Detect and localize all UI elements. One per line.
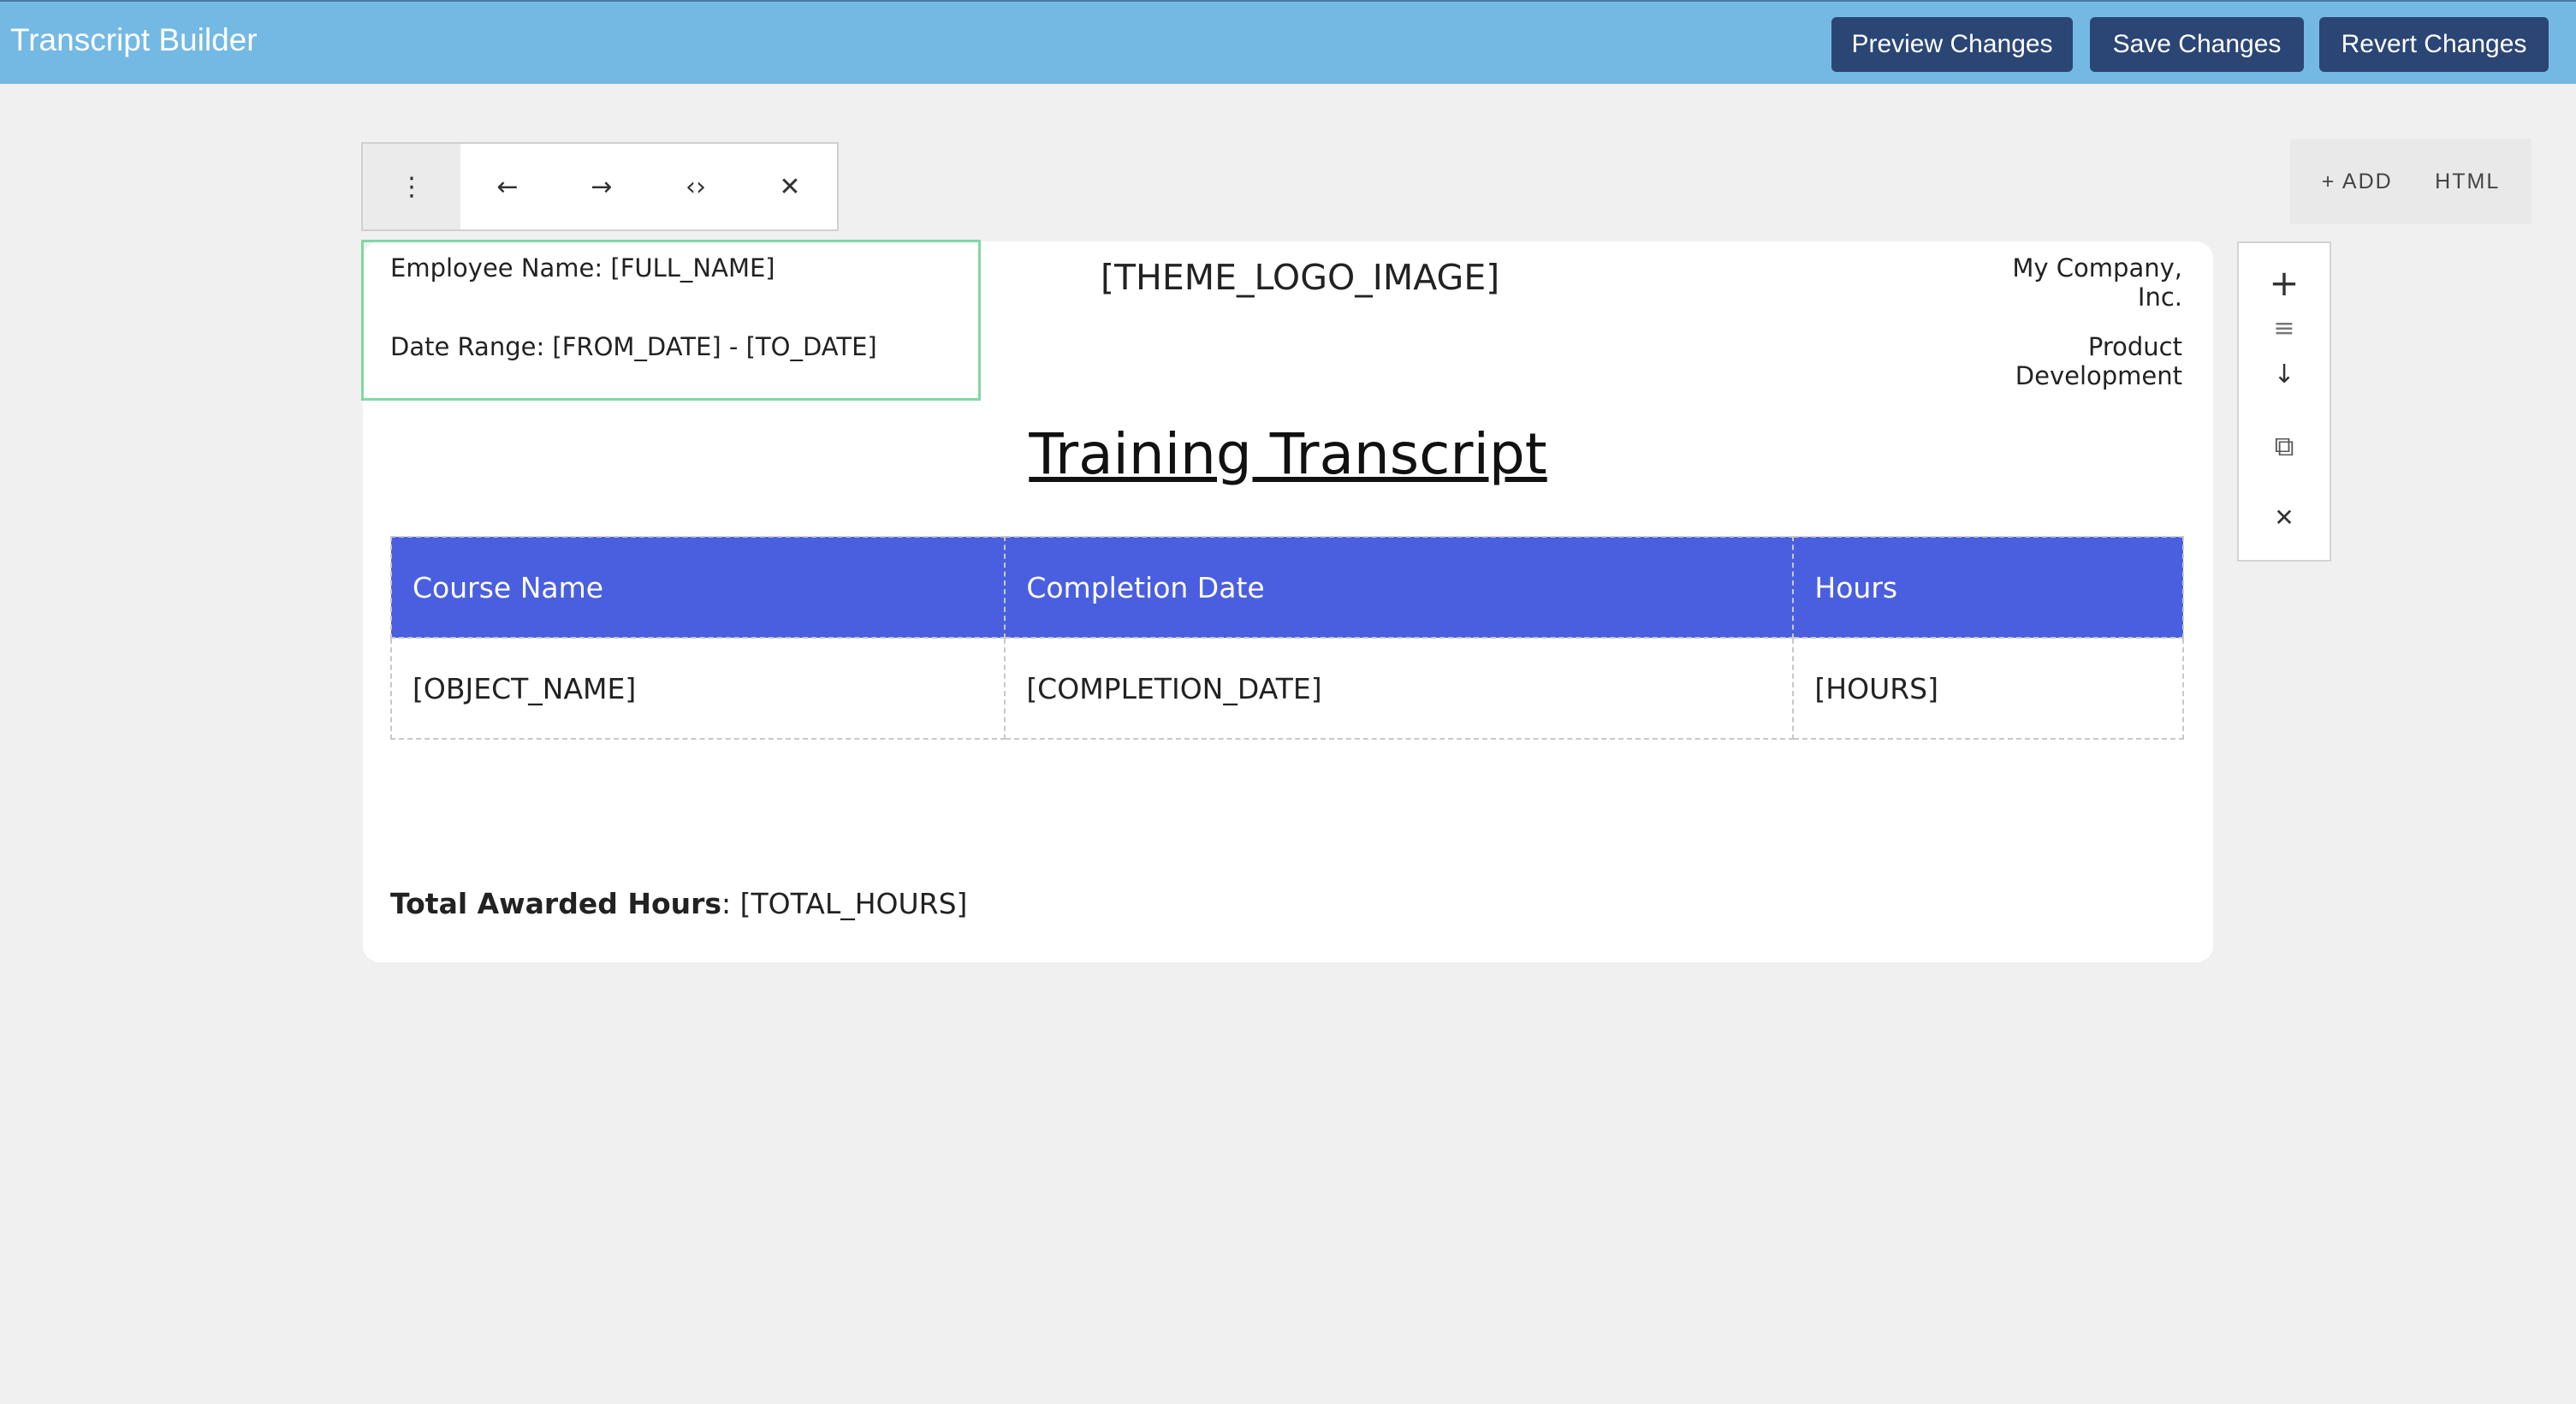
- preview-changes-button[interactable]: Preview Changes: [1831, 17, 2073, 72]
- table-cell[interactable]: [OBJECT_NAME]: [389, 637, 1006, 740]
- html-button[interactable]: HTML: [2435, 170, 2500, 194]
- block-side-toolbar: + ≡ ↓ ⧉ ✕: [2237, 241, 2331, 562]
- add-button[interactable]: + ADD: [2322, 170, 2393, 194]
- table-header-row: Course Name Completion Date Hours: [389, 536, 2184, 639]
- total-hours-value: : [TOTAL_HOURS]: [721, 887, 968, 920]
- revert-changes-button[interactable]: Revert Changes: [2319, 17, 2549, 72]
- close-icon[interactable]: ✕: [743, 144, 837, 229]
- arrow-right-icon[interactable]: →: [555, 144, 649, 229]
- header-course-name[interactable]: Course Name: [389, 536, 1006, 639]
- table-cell[interactable]: [HOURS]: [1792, 637, 2184, 740]
- company-name[interactable]: My Company, Inc.: [1980, 253, 2182, 312]
- table-row: [OBJECT_NAME] [COMPLETION_DATE] [HOURS]: [389, 637, 2184, 740]
- save-changes-button[interactable]: Save Changes: [2090, 17, 2304, 72]
- block-toolbar: ⋮ ← → ‹› ✕: [361, 142, 839, 231]
- plus-icon[interactable]: +: [2239, 262, 2330, 304]
- close-icon[interactable]: ✕: [2239, 503, 2330, 532]
- table-cell[interactable]: [COMPLETION_DATE]: [1004, 637, 1795, 740]
- more-vertical-icon[interactable]: ⋮: [363, 144, 460, 229]
- duplicate-icon[interactable]: ⧉: [2239, 430, 2330, 463]
- total-hours-label: Total Awarded Hours: [390, 887, 722, 920]
- transcript-table[interactable]: Course Name Completion Date Hours [OBJEC…: [389, 536, 2184, 740]
- document-title[interactable]: Training Transcript: [941, 421, 1635, 487]
- code-icon[interactable]: ‹›: [649, 144, 743, 229]
- arrow-down-icon[interactable]: ↓: [2239, 360, 2330, 390]
- header-completion-date[interactable]: Completion Date: [1004, 536, 1795, 639]
- arrow-left-icon[interactable]: ←: [460, 144, 555, 229]
- total-hours-line[interactable]: Total Awarded Hours: [TOTAL_HOURS]: [390, 887, 967, 920]
- add-panel: + ADD HTML: [2290, 139, 2531, 224]
- drag-handle-icon[interactable]: ≡: [2239, 313, 2330, 343]
- employee-name-line[interactable]: Employee Name: [FULL_NAME]: [390, 253, 775, 283]
- header-hours[interactable]: Hours: [1792, 536, 2184, 639]
- top-bar: Transcript Builder Preview Changes Save …: [0, 0, 2576, 84]
- date-range-line[interactable]: Date Range: [FROM_DATE] - [TO_DATE]: [390, 332, 877, 361]
- department-name[interactable]: Product Development: [1915, 332, 2182, 390]
- logo-placeholder[interactable]: [THEME_LOGO_IMAGE]: [1101, 257, 1499, 298]
- app-title: Transcript Builder: [10, 22, 258, 57]
